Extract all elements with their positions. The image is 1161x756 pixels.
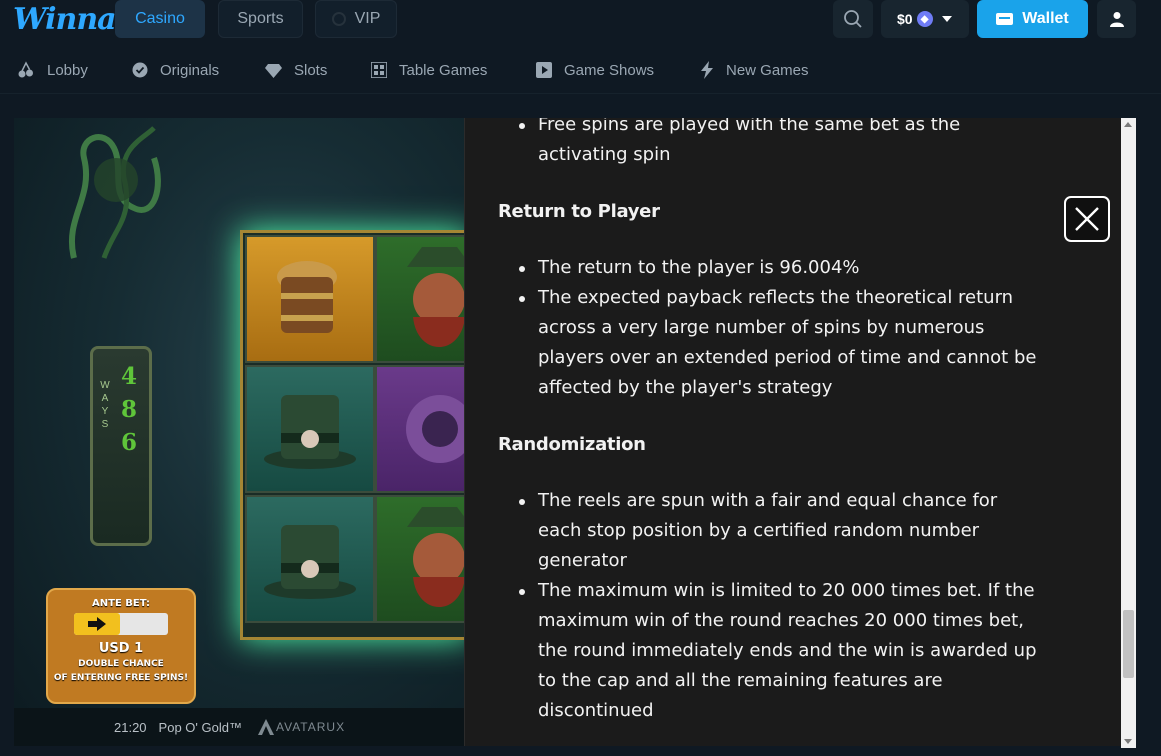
- wallet-label: Wallet: [1022, 10, 1069, 27]
- top-bar: Winna Casino Sports VIP $0 ◆ Wallet: [0, 0, 1161, 46]
- vine-ornament: [69, 126, 161, 259]
- category-originals[interactable]: Originals: [132, 59, 219, 81]
- close-icon: [1075, 207, 1099, 231]
- grid-icon: [371, 62, 387, 78]
- reel-symbol: [245, 365, 375, 493]
- cherry-icon: [18, 61, 33, 78]
- reel-symbol: [375, 495, 464, 623]
- list-item: The reels are spun with a fair and equal…: [498, 486, 1038, 576]
- category-label: Game Shows: [564, 61, 655, 79]
- rtp-list: The return to the player is 96.004% The …: [498, 253, 1038, 403]
- paytable-content: Free spins are played with the same bet …: [498, 118, 1038, 726]
- top-hat-icon: [264, 525, 356, 599]
- reel-symbol: [245, 235, 375, 363]
- ante-bet-panel: ANTE BET: USD 1 DOUBLE CHANCE OF ENTERIN…: [46, 588, 196, 704]
- category-lobby[interactable]: Lobby: [17, 59, 88, 81]
- tab-sports[interactable]: Sports: [218, 0, 303, 38]
- list-item: The return to the player is 96.004%: [498, 253, 1038, 283]
- category-slots[interactable]: Slots: [265, 59, 327, 81]
- search-button[interactable]: [833, 0, 873, 38]
- wallet-icon: [996, 13, 1014, 25]
- category-label: Lobby: [47, 61, 88, 79]
- list-item: The expected payback reflects the theore…: [498, 283, 1038, 403]
- game-title: Pop O' Gold™: [158, 719, 242, 735]
- rtp-heading: Return to Player: [498, 201, 660, 222]
- ante-bet-line2: OF ENTERING FREE SPINS!: [53, 673, 189, 683]
- lightning-icon: [701, 61, 713, 79]
- category-table-games[interactable]: Table Games: [371, 59, 487, 81]
- user-icon: [1109, 12, 1124, 27]
- category-game-shows[interactable]: Game Shows: [536, 59, 654, 81]
- ways-value: 8: [121, 396, 138, 423]
- ante-bet-line1: DOUBLE CHANCE: [78, 659, 164, 669]
- balance-value: $0: [897, 11, 913, 27]
- leprechaun-icon: [407, 247, 464, 347]
- randomization-list: The reels are spun with a fair and equal…: [498, 486, 1038, 726]
- reel-symbol: [375, 235, 464, 363]
- reel-symbol: [375, 365, 464, 493]
- list-item: The maximum win is limited to 20 000 tim…: [498, 576, 1038, 726]
- ways-panel: WAYS 4 8 6: [90, 346, 152, 546]
- scroll-up-arrow-icon[interactable]: [1124, 122, 1132, 127]
- provider-logo: AVATARUX: [256, 719, 345, 735]
- gem-icon: [265, 63, 282, 78]
- top-hat-icon: [264, 395, 356, 469]
- game-clock: 21:20: [114, 719, 147, 735]
- purple-symbol-icon: [406, 395, 464, 463]
- category-new-games[interactable]: New Games: [700, 59, 809, 81]
- category-label: Table Games: [399, 61, 488, 79]
- tab-vip-label: VIP: [354, 10, 381, 27]
- ante-bet-knob: [74, 613, 120, 635]
- category-bar: Lobby Originals Slots Table Games Game S…: [0, 46, 1161, 94]
- ways-value: 4: [121, 363, 138, 390]
- tab-casino[interactable]: Casino: [115, 0, 205, 38]
- wallet-button[interactable]: Wallet: [977, 0, 1088, 38]
- scrollbar-thumb[interactable]: [1123, 610, 1134, 678]
- leprechaun-icon: [407, 507, 464, 607]
- paytable-overlay[interactable]: Free spins are played with the same bet …: [464, 118, 1121, 746]
- ante-bet-toggle[interactable]: [74, 613, 168, 635]
- ways-value: 6: [121, 429, 138, 456]
- free-spins-list: Free spins are played with the same bet …: [498, 118, 1038, 170]
- winna-logo[interactable]: Winna: [13, 2, 117, 37]
- ethereum-icon: ◆: [916, 11, 933, 27]
- category-label: Originals: [160, 61, 220, 79]
- chevron-down-icon: [941, 16, 952, 22]
- provider-name: AVATARUX: [275, 720, 346, 734]
- randomization-heading: Randomization: [498, 434, 646, 455]
- category-label: Slots: [294, 61, 328, 79]
- balance-dropdown[interactable]: $0 ◆: [881, 0, 969, 38]
- tab-vip[interactable]: VIP: [315, 0, 397, 38]
- category-label: New Games: [726, 61, 809, 79]
- list-item: Free spins are played with the same bet …: [498, 118, 1038, 170]
- vip-ring-icon: [331, 12, 346, 26]
- scroll-down-arrow-icon[interactable]: [1124, 739, 1132, 744]
- reel-symbol: [245, 495, 375, 623]
- slot-reels: [240, 230, 464, 640]
- ways-label: WAYS: [100, 380, 110, 430]
- arrow-right-icon: [88, 617, 106, 631]
- ante-bet-title: ANTE BET:: [92, 598, 150, 609]
- user-button[interactable]: [1097, 0, 1136, 38]
- search-icon: [844, 10, 862, 28]
- treasure-bucket-icon: [277, 261, 337, 333]
- game-frame[interactable]: WAYS 4 8 6 ANTE BET: USD 1 DOUBLE CHANCE…: [14, 118, 464, 746]
- close-button[interactable]: [1064, 196, 1110, 242]
- avatarux-logo-icon: [257, 719, 274, 735]
- game-footer: 21:20 Pop O' Gold™ AVATARUX: [14, 708, 464, 746]
- badge-check-icon: [132, 62, 148, 78]
- scrollbar[interactable]: [1121, 118, 1136, 748]
- ante-bet-amount: USD 1: [98, 641, 144, 656]
- play-icon: [536, 62, 552, 78]
